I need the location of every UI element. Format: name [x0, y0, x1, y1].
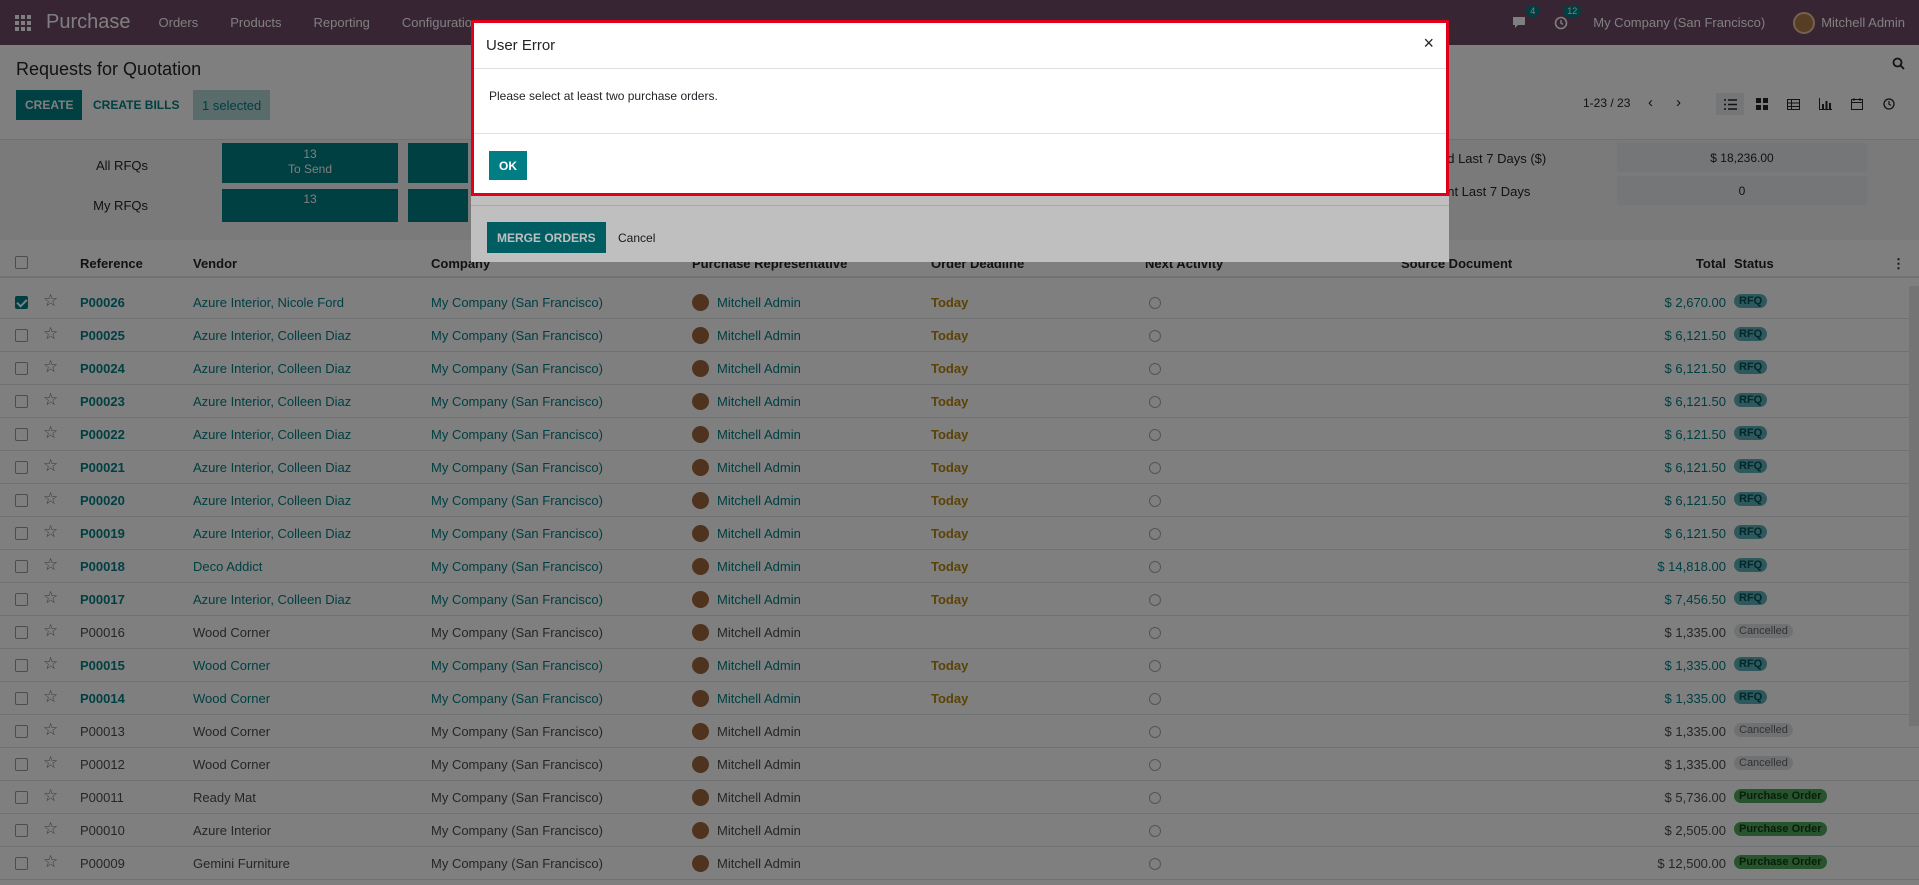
error-message: Please select at least two purchase orde… — [489, 89, 718, 103]
user-error-dialog: User Error × Please select at least two … — [471, 20, 1449, 196]
error-dialog-header: User Error × — [474, 23, 1446, 69]
error-dialog-body: Please select at least two purchase orde… — [474, 69, 1446, 134]
ok-button[interactable]: OK — [489, 151, 527, 180]
error-dialog-title: User Error — [486, 37, 556, 54]
close-icon[interactable]: × — [1423, 33, 1434, 54]
